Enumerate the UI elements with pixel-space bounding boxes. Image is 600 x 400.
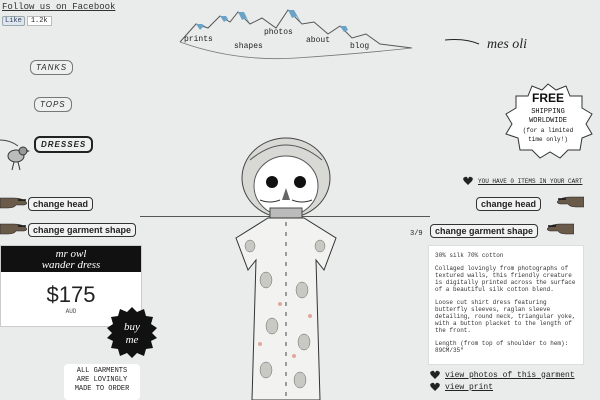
nav-item-about[interactable]: about <box>306 36 330 45</box>
product-description: 30% silk 70% cotton Collaged lovingly fr… <box>428 245 584 365</box>
bird-icon <box>0 139 30 171</box>
mountain-nav-illustration <box>179 9 413 60</box>
site-logo[interactable]: mes oli <box>445 34 585 54</box>
change-garment-button-left[interactable]: change garment shape <box>28 223 137 237</box>
pointing-hand-right-icon-2 <box>547 223 574 235</box>
nav-item-photos[interactable]: photos <box>264 28 293 37</box>
svg-text:mes oli: mes oli <box>487 37 527 52</box>
view-print-label: view print <box>445 382 494 392</box>
svg-text:buy: buy <box>124 321 140 333</box>
pointing-hand-left-icon <box>0 197 27 209</box>
svg-text:FREE: FREE <box>532 91 564 105</box>
category-dresses[interactable]: DRESSES <box>34 136 94 153</box>
heart-icon <box>463 176 473 185</box>
svg-text:me: me <box>126 334 139 346</box>
product-name: mr owl wander dress <box>1 246 141 272</box>
owl-dress-illustration <box>235 137 337 400</box>
description-para2: Loose cut shirt dress featuring butterfl… <box>435 299 576 334</box>
change-garment-button-right[interactable]: change garment shape <box>430 224 539 238</box>
free-shipping-badge: FREE SHIPPING WORLDWIDE (for a limited t… <box>505 83 593 159</box>
description-para1: Collaged lovingly from photographs of te… <box>435 265 576 293</box>
svg-text:SHIPPING: SHIPPING <box>531 108 565 116</box>
nav-item-blog[interactable]: blog <box>350 42 369 51</box>
category-tops[interactable]: TOPS <box>34 97 72 112</box>
description-material: 30% silk 70% cotton <box>435 252 504 259</box>
facebook-like-count: 1.2k <box>26 16 52 26</box>
nav-item-shapes[interactable]: shapes <box>234 42 263 51</box>
svg-text:WORLDWIDE: WORLDWIDE <box>529 117 567 125</box>
pointing-hand-left-icon-2 <box>0 223 27 235</box>
product-price: $175 <box>46 282 96 307</box>
svg-text:(for a limited: (for a limited <box>523 127 574 134</box>
buy-me-button[interactable]: buy me <box>106 306 158 358</box>
facebook-like-widget: Like 1.2k <box>2 16 52 26</box>
made-to-order-notice: ALL GARMENTS ARE LOVINGLY MADE TO ORDER <box>64 364 140 400</box>
nav-item-prints[interactable]: prints <box>184 35 213 44</box>
facebook-follow-link[interactable]: Follow us on Facebook <box>2 2 115 12</box>
heart-icon-2 <box>430 370 440 379</box>
category-tanks[interactable]: TANKS <box>30 60 74 75</box>
facebook-like-button[interactable]: Like <box>2 16 25 26</box>
gallery-counter: 3/9 <box>410 230 423 238</box>
view-photos-link[interactable]: view photos of this garment <box>430 370 575 380</box>
pointing-hand-right-icon <box>557 196 584 208</box>
description-length: Length (from top of shoulder to hem): 89… <box>435 340 569 354</box>
heart-icon-3 <box>430 382 440 391</box>
svg-text:time only!): time only!) <box>528 136 568 143</box>
view-photos-label: view photos of this garment <box>445 370 575 380</box>
change-head-button-right[interactable]: change head <box>476 197 542 211</box>
change-head-button-left[interactable]: change head <box>28 197 94 211</box>
cart-link[interactable]: YOU HAVE 0 ITEMS IN YOUR CART <box>478 178 582 185</box>
view-print-link[interactable]: view print <box>430 382 493 392</box>
